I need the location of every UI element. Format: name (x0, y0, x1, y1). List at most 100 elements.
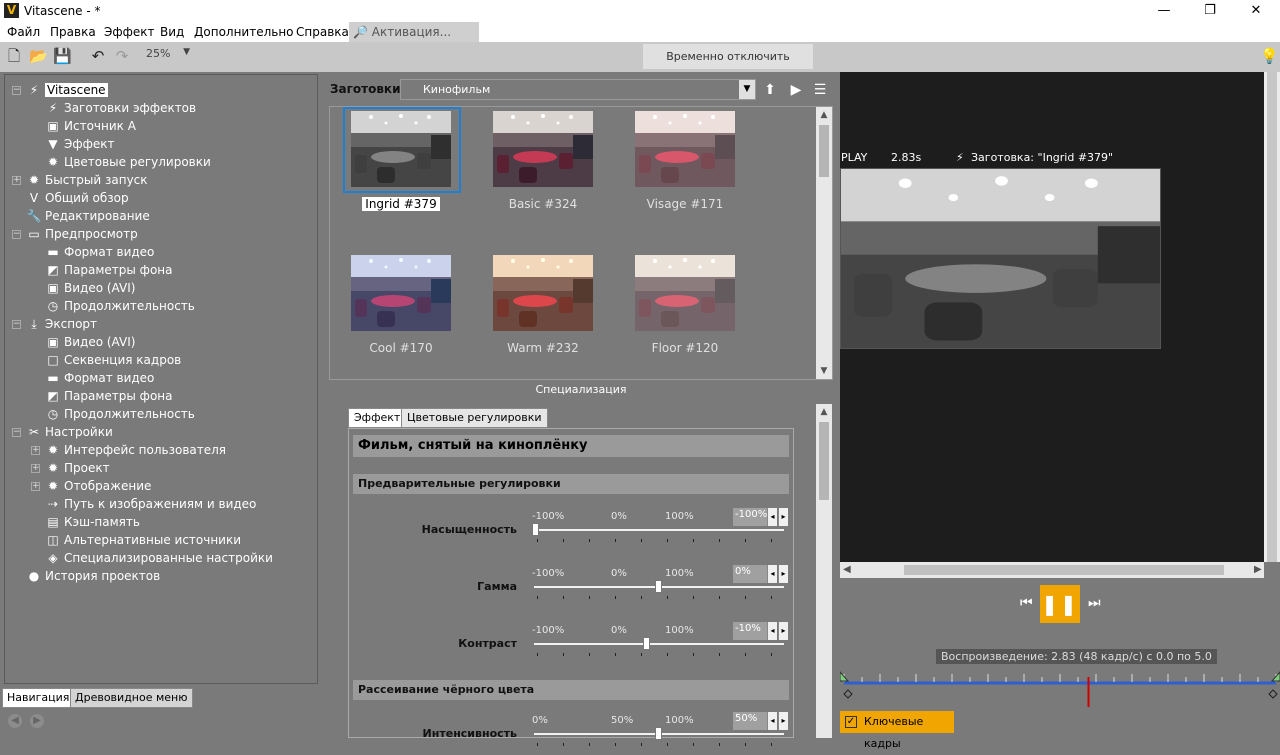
scroll-up-icon[interactable]: ▲ (816, 404, 832, 420)
tab-tree-menu[interactable]: Древовидное меню (70, 688, 193, 708)
menu-extras[interactable]: Дополнительно (194, 25, 294, 39)
tree-item[interactable]: ✹ Интерфейс пользователя (45, 441, 226, 459)
tree-item[interactable]: ▣ Видео (AVI) (45, 279, 135, 297)
collapse-icon[interactable]: − (12, 230, 21, 239)
hscroll-thumb[interactable] (904, 565, 1224, 575)
tree-item[interactable]: ▤ Кэш-память (45, 513, 140, 531)
spinner-left-icon[interactable]: ◂ (767, 622, 777, 640)
new-file-icon[interactable]: 🗋 (5, 47, 23, 65)
disable-effect-button[interactable]: Временно отключить эффект (643, 44, 813, 88)
properties-scrollbar[interactable]: ▲ (816, 404, 832, 738)
tree-item[interactable]: ⚡ Заготовки эффектов (45, 99, 196, 117)
tree-item[interactable]: ⚡ Vitascene (26, 81, 108, 99)
close-button[interactable]: ✕ (1233, 0, 1279, 22)
viewer-hscroll[interactable]: ◀ ▶ (840, 562, 1264, 578)
tree-item[interactable]: ◩ Параметры фона (45, 261, 172, 279)
spinner-value[interactable]: 0% (733, 565, 767, 583)
pause-button[interactable]: ❚❚ (1040, 585, 1080, 623)
menu-file[interactable]: Файл (7, 25, 40, 39)
tree-item[interactable]: □ Секвенция кадров (45, 351, 181, 369)
expand-icon[interactable]: + (12, 176, 21, 185)
scroll-up-icon[interactable]: ▲ (816, 107, 832, 123)
preset-thumb[interactable]: Ingrid #379 (343, 107, 461, 211)
preset-thumb[interactable]: Warm #232 (493, 255, 593, 355)
slider-knob[interactable] (655, 580, 662, 593)
collapse-icon[interactable]: − (12, 320, 21, 329)
tab-color-adjust[interactable]: Цветовые регулировки (401, 408, 548, 428)
tree-item[interactable]: ▬ Формат видео (45, 243, 154, 261)
tree-item[interactable]: ◫ Альтернативные источники (45, 531, 241, 549)
tree-item[interactable]: ✹ Быстрый запуск (26, 171, 148, 189)
viewer-vscroll-thumb[interactable] (1267, 72, 1277, 562)
tree-item[interactable]: ✂ Настройки (26, 423, 113, 441)
preset-thumb[interactable]: Basic #324 (493, 111, 593, 211)
tree-item[interactable]: ✹ Отображение (45, 477, 151, 495)
tree-item[interactable]: ✹ Цветовые регулировки (45, 153, 211, 171)
spinner-right-icon[interactable]: ▸ (778, 712, 788, 730)
spinner-value[interactable]: 50% (733, 712, 767, 730)
menu-edit[interactable]: Правка (50, 25, 96, 39)
scroll-left-icon[interactable]: ◀ (843, 564, 851, 575)
tab-effect[interactable]: Эффект (348, 408, 407, 428)
slider-knob[interactable] (642, 637, 650, 650)
menu-effect[interactable]: Эффект (104, 25, 155, 39)
spinner-value[interactable]: -100% (733, 508, 767, 526)
slider-knob[interactable] (655, 727, 662, 740)
tree-item[interactable]: Ⅴ Общий обзор (26, 189, 129, 207)
tab-navigation[interactable]: Навигация (2, 688, 75, 708)
spinner-right-icon[interactable]: ▸ (778, 508, 788, 526)
preset-thumb[interactable]: Visage #171 (635, 111, 735, 211)
value-spinner[interactable]: 0% ◂ ▸ (733, 565, 789, 583)
undo-icon[interactable]: ↶ (89, 47, 107, 65)
skip-start-icon[interactable]: ⏮ (1020, 595, 1033, 611)
tree-item[interactable]: ◩ Параметры фона (45, 387, 172, 405)
tree-item[interactable]: ▬ Формат видео (45, 369, 154, 387)
forward-icon[interactable]: ▶ (30, 714, 44, 728)
spinner-right-icon[interactable]: ▸ (778, 622, 788, 640)
scroll-thumb[interactable] (819, 422, 829, 500)
presets-select[interactable]: Кинофильм ▼ (400, 79, 756, 100)
slider-track[interactable] (534, 643, 784, 645)
spinner-left-icon[interactable]: ◂ (767, 712, 777, 730)
keyframes-checkbox[interactable]: ✓ (845, 716, 857, 728)
tree-item[interactable]: 🔧 Редактирование (26, 207, 150, 225)
menu-view[interactable]: Вид (160, 25, 184, 39)
tree-item[interactable]: ▭ Предпросмотр (26, 225, 137, 243)
tree-item[interactable]: ▼ Эффект (45, 135, 114, 153)
tree-item[interactable]: ◈ Специализированные настройки (45, 549, 273, 567)
arrow-up-icon[interactable]: ⬆ (761, 81, 779, 99)
tree-item[interactable]: ⇢ Путь к изображениям и видео (45, 495, 256, 513)
tree-item[interactable]: ◷ Продолжительность (45, 297, 195, 315)
slider-knob[interactable] (532, 523, 539, 536)
list-view-icon[interactable]: ☰ (811, 81, 829, 99)
tree-item[interactable]: ▣ Источник A (45, 117, 136, 135)
scroll-down-icon[interactable]: ▼ (816, 363, 832, 379)
timeline[interactable] (839, 667, 1280, 707)
viewer-vscroll[interactable] (1264, 72, 1280, 562)
value-spinner[interactable]: -10% ◂ ▸ (733, 622, 789, 640)
activation-button[interactable]: 🔎 Активация... (349, 22, 479, 42)
redo-icon[interactable]: ↷ (113, 47, 131, 65)
value-spinner[interactable]: -100% ◂ ▸ (733, 508, 789, 526)
open-folder-icon[interactable]: 📂 (29, 47, 48, 65)
menu-help[interactable]: Справка (296, 25, 349, 39)
play-preset-icon[interactable]: ▶ (787, 81, 805, 99)
spinner-value[interactable]: -10% (733, 622, 767, 640)
value-spinner[interactable]: 50% ◂ ▸ (733, 712, 789, 730)
keyframes-toggle[interactable]: ✓ Ключевые кадры (840, 711, 954, 750)
minimize-button[interactable]: — (1141, 0, 1187, 22)
scroll-right-icon[interactable]: ▶ (1254, 564, 1262, 575)
save-icon[interactable]: 💾 (53, 47, 72, 65)
collapse-icon[interactable]: − (12, 86, 21, 95)
expand-icon[interactable]: + (31, 464, 40, 473)
scroll-thumb[interactable] (819, 125, 829, 177)
tree-item[interactable]: ◷ Продолжительность (45, 405, 195, 423)
expand-icon[interactable]: + (31, 446, 40, 455)
tree-item[interactable]: ● История проектов (26, 567, 160, 585)
presets-scrollbar[interactable]: ▲ ▼ (816, 107, 832, 379)
spinner-right-icon[interactable]: ▸ (778, 565, 788, 583)
back-icon[interactable]: ◀ (8, 714, 22, 728)
tree-item[interactable]: ▣ Видео (AVI) (45, 333, 135, 351)
tree-item[interactable]: ⤓ Экспорт (26, 315, 97, 333)
zoom-select[interactable]: 25% ▼ (146, 47, 192, 64)
